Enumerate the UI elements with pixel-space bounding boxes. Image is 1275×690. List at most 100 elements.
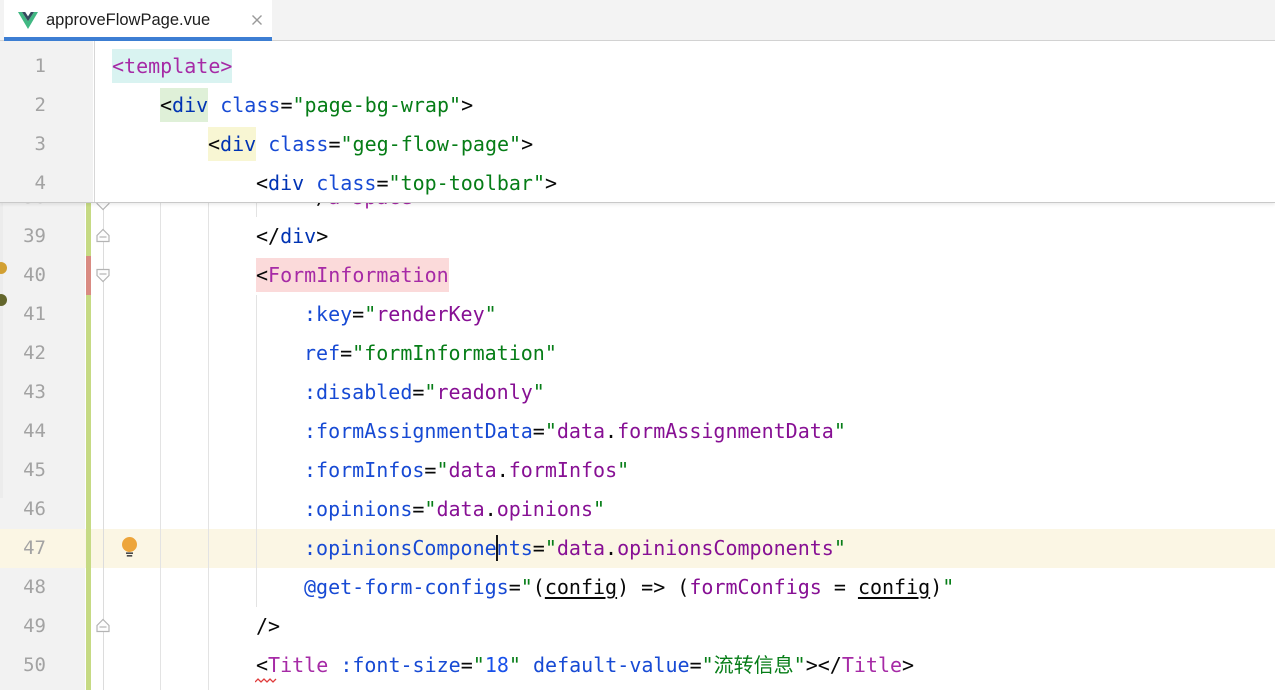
code-token: ": [364, 297, 376, 331]
line-number: 48: [0, 568, 46, 607]
code-token: :opinions: [304, 492, 412, 526]
line-number: 44: [0, 412, 46, 451]
code-line[interactable]: 42ref="formInformation": [0, 334, 1275, 373]
code-token: class: [268, 127, 328, 161]
code-editor[interactable]: 38</a-space>39</div>40<FormInformation41…: [0, 41, 1275, 690]
code-token: opinionsComponents: [617, 531, 834, 565]
code-line[interactable]: 43:disabled="readonly": [0, 373, 1275, 412]
line-number: 43: [0, 373, 46, 412]
code-token: =: [461, 648, 473, 682]
code-token: </: [304, 203, 328, 214]
code-token: [208, 88, 220, 122]
left-edge-panel-sliver: [0, 203, 3, 498]
code-token: ": [617, 453, 629, 487]
code-line[interactable]: 48@get-form-configs="(config) => (formCo…: [0, 568, 1275, 607]
vcs-modified-bar[interactable]: [86, 256, 91, 295]
editor-content[interactable]: 38</a-space>39</div>40<FormInformation41…: [0, 203, 1275, 690]
code-token: ): [930, 570, 942, 604]
code-token: readonly: [436, 375, 532, 409]
line-number: 42: [0, 334, 46, 373]
code-token: renderKey: [376, 297, 484, 331]
line-number: 2: [0, 86, 46, 125]
code-line[interactable]: 38</a-space>: [0, 203, 1275, 217]
line-number: 40: [0, 256, 46, 295]
code-token: class: [316, 166, 376, 200]
code-token: FormInformation: [268, 258, 449, 292]
code-token: .: [497, 453, 509, 487]
code-token: ": [593, 492, 605, 526]
tab-close-icon[interactable]: [250, 13, 264, 27]
code-line[interactable]: 44:formAssignmentData="data.formAssignme…: [0, 412, 1275, 451]
code-token: div: [172, 88, 208, 122]
code-token: "page-bg-wrap": [292, 88, 461, 122]
code-token: "formInformation": [352, 336, 557, 370]
line-number: 3: [0, 125, 46, 164]
indent-guide: [208, 203, 209, 690]
code-token: ></: [806, 648, 842, 682]
code-token: <: [160, 88, 172, 122]
code-line[interactable]: 4<div class="top-toolbar">: [0, 164, 1275, 203]
code-token: 18: [485, 648, 509, 682]
code-token: ": [545, 414, 557, 448]
code-line[interactable]: 39</div>: [0, 217, 1275, 256]
code-token: =: [412, 375, 424, 409]
code-line[interactable]: 45:formInfos="data.formInfos": [0, 451, 1275, 490]
code-token: >: [521, 127, 533, 161]
code-token: formConfigs: [689, 570, 821, 604]
code-token: =: [690, 648, 702, 682]
code-token: =: [533, 531, 545, 565]
code-token: config: [545, 570, 617, 604]
code-line[interactable]: 47:opinionsComponents="data.opinionsComp…: [0, 529, 1275, 568]
code-token: class: [220, 88, 280, 122]
code-token: >: [461, 88, 473, 122]
code-token: >: [316, 219, 328, 253]
code-token: "top-toolbar": [388, 166, 545, 200]
code-token: />: [256, 609, 280, 643]
code-token: ": [424, 375, 436, 409]
code-token: formAssignmentData: [617, 414, 834, 448]
code-token: default-value: [533, 648, 690, 682]
file-tab[interactable]: approveFlowPage.vue: [4, 0, 272, 40]
code-token: formInfos: [509, 453, 617, 487]
code-line[interactable]: 40<FormInformation: [0, 256, 1275, 295]
code-token: [256, 127, 268, 161]
editor-tab-bar: approveFlowPage.vue: [0, 0, 1275, 41]
code-token: :disabled: [304, 375, 412, 409]
code-token: :key: [304, 297, 352, 331]
code-token: ": [834, 531, 846, 565]
code-line[interactable]: 50<Title :font-size="18" default-value="…: [0, 646, 1275, 685]
code-token: (: [533, 570, 545, 604]
code-token: =: [328, 127, 340, 161]
code-line[interactable]: 49/>: [0, 607, 1275, 646]
code-line[interactable]: 2 <div class="page-bg-wrap">: [0, 86, 1275, 125]
code-token: <: [256, 648, 268, 682]
code-token: =: [280, 88, 292, 122]
vue-logo-icon: [18, 12, 38, 29]
code-token: [328, 648, 340, 682]
code-token: >: [545, 166, 557, 200]
code-token: =: [509, 570, 521, 604]
indent-guide: [256, 295, 257, 607]
code-token: [304, 166, 316, 200]
line-number: 1: [0, 47, 46, 86]
code-token: :font-size: [340, 648, 460, 682]
code-token: @get-form-configs: [304, 570, 509, 604]
code-line[interactable]: 1<template>: [0, 47, 1275, 86]
code-token: ": [509, 648, 521, 682]
indent-guide: [256, 203, 257, 217]
code-token: [521, 648, 533, 682]
line-number: 39: [0, 217, 46, 256]
code-token: :opinionsComponents: [304, 531, 533, 565]
code-token: Title: [842, 648, 902, 682]
code-line[interactable]: 46:opinions="data.opinions": [0, 490, 1275, 529]
code-token: div: [268, 166, 304, 200]
code-token: </: [256, 219, 280, 253]
code-token: .: [605, 414, 617, 448]
code-token: :formAssignmentData: [304, 414, 533, 448]
code-token: >: [902, 648, 914, 682]
code-token: ": [834, 414, 846, 448]
gutter-separator: [103, 203, 104, 690]
code-token: "流转信息": [702, 648, 806, 682]
code-line[interactable]: 41:key="renderKey": [0, 295, 1275, 334]
code-line[interactable]: 3<div class="geg-flow-page">: [0, 125, 1275, 164]
